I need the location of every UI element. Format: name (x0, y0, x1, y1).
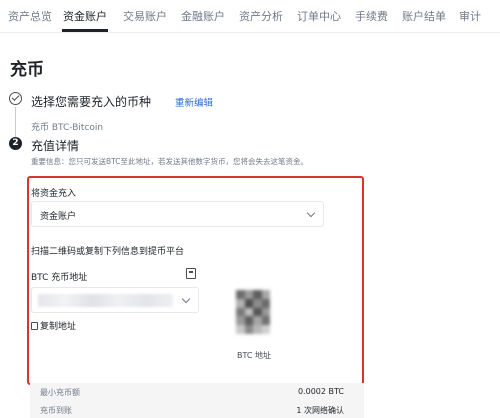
step-connector (15, 107, 16, 137)
account-select-label: 将资金充入 (31, 189, 77, 199)
chevron-down-icon (181, 294, 191, 304)
step1-title: 选择您需要充入的币种 (31, 95, 152, 109)
nav-tab-funding-account[interactable]: 资金账户 (63, 8, 107, 24)
step2-number-badge: 2 (9, 137, 22, 150)
copy-icon (31, 322, 38, 330)
step2-title: 充值详情 (31, 139, 80, 153)
account-select-value: 资金账户 (40, 212, 77, 222)
chevron-down-icon (306, 208, 316, 218)
active-tab-indicator (62, 29, 108, 32)
address-value-blurred (38, 294, 173, 307)
nav-tab-trading-account[interactable]: 交易账户 (123, 8, 167, 24)
table-row: 充币到账 1 次网络确认 (30, 401, 364, 418)
address-label: BTC 充币地址 (31, 273, 88, 283)
table-row: 最小充币额 0.0002 BTC (30, 383, 364, 400)
copy-address-label: 复制地址 (40, 322, 77, 332)
selected-coin: 充币 BTC-Bitcoin (31, 123, 104, 133)
nav-tab-overview[interactable]: 资产总览 (8, 8, 52, 24)
address-book-icon[interactable] (186, 268, 196, 279)
scan-instruction: 扫描二维码或复制下列信息到提币平台 (31, 247, 185, 257)
nav-tab-fees[interactable]: 手续费 (355, 8, 388, 24)
nav-tab-audit[interactable]: 审计 (459, 8, 481, 24)
min-deposit-label: 最小充币额 (40, 388, 80, 397)
nav-tab-statements[interactable]: 账户结单 (402, 8, 446, 24)
arrival-label: 充币到账 (40, 406, 72, 415)
top-navigation: 资产总览 资金账户 交易账户 金融账户 资产分析 订单中心 手续费 账户结单 审… (0, 0, 500, 33)
min-deposit-value: 0.0002 BTC (297, 387, 344, 396)
qr-code (236, 290, 270, 334)
deposit-info-table: 最小充币额 0.0002 BTC 充币到账 1 次网络确认 (30, 383, 364, 418)
copy-address-button[interactable]: 复制地址 (31, 319, 76, 332)
nav-tab-asset-analysis[interactable]: 资产分析 (239, 8, 283, 24)
reselect-link[interactable]: 重新编辑 (175, 95, 213, 109)
qr-caption: BTC 地址 (237, 351, 272, 360)
address-select[interactable] (31, 287, 199, 313)
arrival-value: 1 次网络确认 (296, 406, 344, 415)
nav-tab-order-center[interactable]: 订单中心 (297, 8, 341, 24)
account-select[interactable]: 资金账户 (31, 201, 324, 227)
nav-tab-finance-account[interactable]: 金融账户 (181, 8, 225, 24)
page-title: 充币 (10, 60, 44, 80)
important-notice: 重要信息：您只可发送BTC至此地址，若发送其他数字货币，您将会失去这笔资金。 (31, 157, 309, 166)
